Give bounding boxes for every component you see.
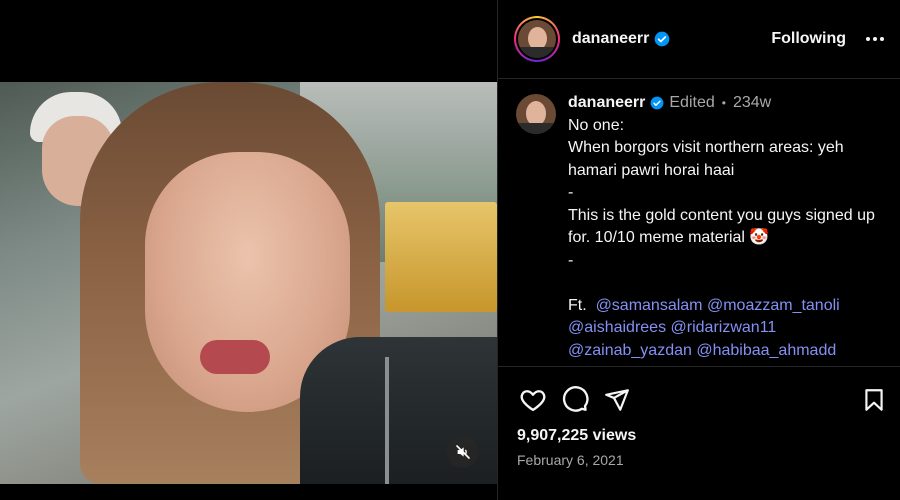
- video-jacket-zip: [385, 357, 389, 484]
- mute-icon: [456, 445, 470, 459]
- media-pane: [0, 0, 497, 500]
- comment-button[interactable]: [559, 384, 591, 416]
- meta-separator: •: [721, 96, 726, 110]
- view-count[interactable]: 9,907,225 views: [517, 427, 636, 445]
- share-icon: [605, 389, 629, 411]
- caption-area: dananeerr Edited • 234w No one: When bor…: [498, 80, 900, 366]
- following-button[interactable]: Following: [771, 30, 846, 48]
- post-panel: dananeerr Following dananeerr Edited • 2…: [498, 0, 900, 500]
- header-username[interactable]: dananeerr: [572, 30, 649, 48]
- caption-line: -: [568, 251, 574, 269]
- video-player[interactable]: [0, 82, 497, 484]
- caption-line: When borgors visit northern areas: yeh h…: [568, 139, 849, 179]
- caption-line: [568, 272, 884, 295]
- actions-divider: [498, 366, 900, 367]
- mention-link[interactable]: @aishaidrees: [568, 319, 666, 336]
- mention-link[interactable]: @moazzam_tanoli: [707, 297, 840, 314]
- post-date[interactable]: February 6, 2021: [517, 452, 624, 468]
- mention-link[interactable]: @ridarizwan11: [671, 319, 777, 336]
- mention-link[interactable]: @zainab_yazdan: [568, 342, 692, 359]
- heart-icon: [520, 390, 546, 412]
- caption-mentions: Ft. @samansalam @moazzam_tanoli @aishaid…: [568, 295, 884, 363]
- save-button[interactable]: [858, 384, 890, 416]
- caption-avatar[interactable]: [516, 94, 556, 134]
- avatar: [518, 20, 556, 58]
- more-options-button[interactable]: [864, 28, 886, 50]
- mute-button[interactable]: [447, 436, 479, 468]
- caption-line: This is the gold content you guys signed…: [568, 206, 880, 247]
- mention-link[interactable]: @samansalam: [596, 297, 703, 314]
- video-scenery: [385, 202, 497, 312]
- ft-label: Ft.: [568, 296, 587, 314]
- mention-link[interactable]: @habibaa_ahmadd: [696, 342, 836, 359]
- caption-line: No one:: [568, 116, 625, 134]
- post-age[interactable]: 234w: [733, 92, 771, 115]
- edited-label: Edited: [669, 94, 715, 111]
- caption-username[interactable]: dananeerr: [568, 92, 645, 115]
- story-ring[interactable]: [514, 16, 560, 62]
- like-button[interactable]: [517, 384, 549, 416]
- video-main-person-lips: [200, 340, 270, 374]
- caption: dananeerr Edited • 234w No one: When bor…: [568, 92, 884, 366]
- comment-icon: [562, 386, 589, 412]
- share-button[interactable]: [601, 384, 633, 416]
- action-bar: [498, 380, 900, 420]
- caption-line: -: [568, 184, 574, 201]
- verified-badge-icon: [650, 96, 664, 110]
- post-header: dananeerr Following: [498, 0, 900, 79]
- more-options-icon: [866, 37, 884, 41]
- verified-badge-icon: [654, 31, 670, 47]
- bookmark-icon: [865, 389, 883, 411]
